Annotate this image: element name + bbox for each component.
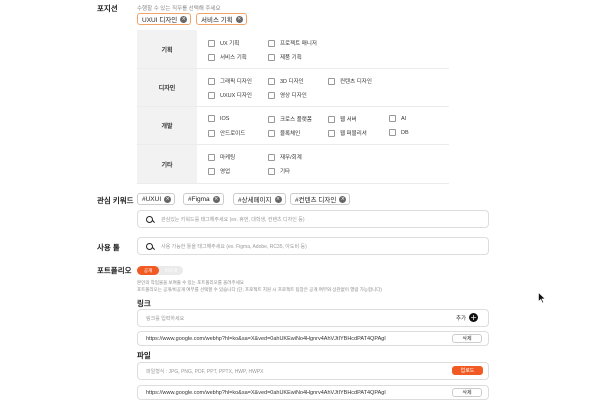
- option-marketing[interactable]: 마케팅: [208, 153, 235, 161]
- checkbox[interactable]: [389, 115, 396, 122]
- keyword-chip-uxui[interactable]: #UXUI ×: [137, 193, 176, 205]
- link-label: 링크: [137, 299, 151, 308]
- delete-link-button[interactable]: 삭제: [452, 334, 482, 343]
- category-dev: 개발: [137, 107, 197, 144]
- portfolio-visibility-toggle[interactable]: 공개 비공개: [137, 266, 183, 275]
- option-content-design[interactable]: 컨텐츠 디자인: [328, 77, 372, 85]
- delete-file-button[interactable]: 삭제: [452, 388, 482, 397]
- checkbox[interactable]: [208, 39, 215, 47]
- tools-label: 사용 툴: [97, 243, 120, 252]
- checkbox[interactable]: [208, 167, 215, 175]
- portfolio-label: 포트폴리오: [97, 266, 132, 275]
- checkbox[interactable]: [328, 77, 335, 85]
- divider: [137, 183, 449, 184]
- divider: [137, 68, 449, 69]
- option-cross-platform[interactable]: 크로스 플랫폼: [268, 115, 312, 123]
- close-icon[interactable]: ×: [339, 195, 347, 203]
- tools-search-input[interactable]: 사용 가능한 툴을 태그해주세요 (ex. Figma, Adobe, RC35…: [137, 237, 489, 255]
- keywords-label: 관심 키워드: [97, 196, 134, 205]
- close-icon[interactable]: ×: [212, 195, 220, 203]
- toggle-public[interactable]: 공개: [137, 266, 159, 275]
- link-input[interactable]: 링크를 입력하세요: [137, 309, 489, 327]
- category-design: 디자인: [137, 69, 197, 106]
- divider: [137, 106, 449, 107]
- position-hint: 수행할 수 있는 직무를 선택해 주세요: [137, 6, 221, 12]
- keyword-chip-content-design[interactable]: #컨텐츠 디자인 ×: [290, 193, 351, 205]
- checkbox[interactable]: [208, 77, 215, 85]
- position-label: 포지션: [97, 4, 118, 13]
- checkbox[interactable]: [268, 77, 275, 85]
- option-3d-design[interactable]: 3D 디자인: [268, 77, 304, 85]
- search-icon: [146, 215, 153, 223]
- file-item: https://www.google.com/webhp?hl=ko&sa=X&…: [137, 385, 489, 400]
- option-uxux-design[interactable]: UXUX 디자인: [208, 91, 252, 99]
- checkbox[interactable]: [208, 91, 215, 99]
- option-other[interactable]: 기타: [268, 167, 290, 175]
- mouse-cursor-icon: [538, 292, 546, 304]
- selected-chip-uxui[interactable]: UXUI 디자인 ×: [137, 13, 192, 25]
- add-link-button[interactable]: 추가 +: [456, 313, 479, 322]
- option-service-planning[interactable]: 서비스 기획: [208, 53, 247, 61]
- divider: [137, 144, 449, 145]
- toggle-private[interactable]: 비공개: [159, 266, 183, 275]
- option-finance[interactable]: 재무/회계: [268, 153, 302, 161]
- option-web-server[interactable]: 웹 서버: [328, 115, 357, 123]
- close-icon[interactable]: ×: [164, 195, 172, 203]
- option-ai[interactable]: AI: [389, 115, 406, 122]
- link-url[interactable]: https://www.google.com/webhp?hl=ko&sa=X&…: [146, 336, 386, 342]
- file-input[interactable]: 파일형식 : JPG, PNG, PDF, PPT, PPTX, HWP, HW…: [137, 362, 489, 380]
- keyword-chip-figma[interactable]: #Figma ×: [183, 193, 224, 205]
- checkbox[interactable]: [328, 115, 335, 123]
- keyword-chip-detail-page[interactable]: #상세페이지 ×: [233, 193, 286, 205]
- plus-icon: +: [469, 313, 479, 322]
- option-web-publisher[interactable]: 웹 퍼블리셔: [328, 129, 367, 137]
- checkbox[interactable]: [268, 115, 275, 123]
- file-url[interactable]: https://www.google.com/webhp?hl=ko&sa=X&…: [146, 390, 386, 396]
- option-blockchain[interactable]: 블록체인: [268, 129, 300, 137]
- checkbox[interactable]: [208, 53, 215, 61]
- category-etc: 기타: [137, 145, 197, 183]
- checkbox[interactable]: [268, 153, 275, 161]
- option-project-manager[interactable]: 프로젝트 매니저: [268, 39, 317, 47]
- checkbox[interactable]: [268, 167, 275, 175]
- option-sales[interactable]: 영업: [208, 167, 230, 175]
- file-label: 파일: [137, 351, 151, 360]
- search-icon: [146, 242, 153, 250]
- close-icon[interactable]: ×: [180, 15, 188, 23]
- checkbox[interactable]: [268, 91, 275, 99]
- upload-button[interactable]: 업로드: [452, 366, 483, 375]
- chip-label: UXUI 디자인: [142, 17, 178, 24]
- keyword-search-input[interactable]: 관심있는 키워드를 태그해주세요 (ex. 휴먼, 대학생, 컨텐츠 디자인 등…: [137, 210, 489, 228]
- checkbox[interactable]: [328, 129, 335, 137]
- checkbox[interactable]: [208, 115, 215, 122]
- selected-chip-service[interactable]: 서비스 기획 ×: [196, 13, 247, 25]
- checkbox[interactable]: [268, 39, 275, 47]
- link-item: https://www.google.com/webhp?hl=ko&sa=X&…: [137, 331, 489, 346]
- option-product-planning[interactable]: 제품 기획: [268, 53, 302, 61]
- checkbox[interactable]: [389, 129, 396, 136]
- option-db[interactable]: DB: [389, 129, 409, 136]
- close-icon[interactable]: ×: [235, 15, 243, 23]
- option-ios[interactable]: IOS: [208, 115, 229, 122]
- portfolio-hint-2: 포트폴리오는 공개/비공개 여부를 선택할 수 있습니다 (단, 프로젝트 지원…: [137, 287, 382, 292]
- checkbox[interactable]: [268, 129, 275, 137]
- option-video-design[interactable]: 영상 디자인: [268, 91, 307, 99]
- portfolio-hint-1: 본인의 작업물을 보여줄 수 있는 포트폴리오를 올려주세요: [137, 280, 244, 285]
- option-graphic-design[interactable]: 그래픽 디자인: [208, 77, 252, 85]
- checkbox[interactable]: [208, 153, 215, 161]
- option-android[interactable]: 안드로이드: [208, 129, 245, 137]
- option-ux-planning[interactable]: UX 기획: [208, 39, 239, 47]
- category-planning: 기획: [137, 30, 197, 68]
- checkbox[interactable]: [268, 53, 275, 61]
- chip-label: 서비스 기획: [201, 17, 233, 24]
- checkbox[interactable]: [208, 129, 215, 137]
- close-icon[interactable]: ×: [274, 195, 282, 203]
